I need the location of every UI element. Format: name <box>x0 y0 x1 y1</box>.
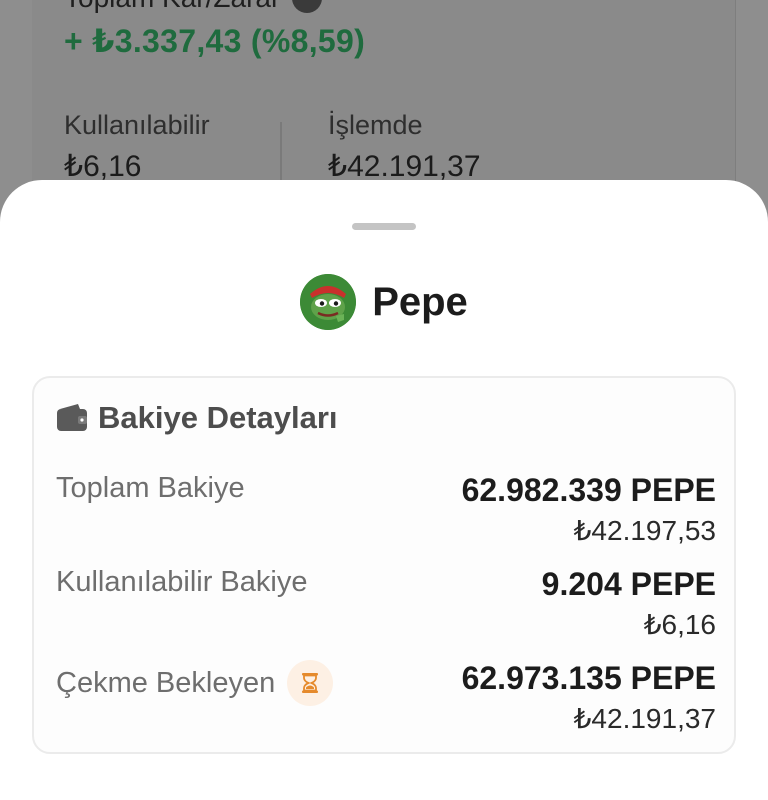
pnl-title-row: Toplam Kar/Zarar <box>64 0 323 14</box>
wallet-icon <box>56 403 88 433</box>
balance-bottom-sheet: Pepe Bakiye Detayları Toplam Bakiye 62.9… <box>0 180 768 800</box>
row-label: Toplam Bakiye <box>56 472 245 504</box>
summary-divider <box>280 122 282 182</box>
row-label: Kullanılabilir Bakiye <box>56 566 308 598</box>
balance-details-card: Bakiye Detayları Toplam Bakiye 62.982.33… <box>32 376 736 754</box>
info-icon[interactable] <box>292 0 323 13</box>
pnl-title: Toplam Kar/Zarar <box>64 0 280 14</box>
sheet-drag-handle[interactable] <box>352 223 416 230</box>
pepe-frog-icon <box>300 274 357 330</box>
row-label: Çekme Bekleyen <box>56 666 276 699</box>
row-amount: 9.204 PEPE <box>541 566 716 602</box>
in-process-value: ₺42.191,37 <box>328 150 481 183</box>
pnl-value: + ₺3.337,43 (%8,59) <box>64 23 366 59</box>
card-title: Bakiye Detayları <box>98 400 338 435</box>
row-fiat-value: ₺42.191,37 <box>573 703 716 734</box>
available-balance-summary: Kullanılabilir ₺6,16 <box>64 110 210 184</box>
row-fiat-value: ₺6,16 <box>643 609 716 640</box>
hourglass-icon[interactable] <box>287 660 334 706</box>
available-value: ₺6,16 <box>64 150 142 183</box>
row-label-wrapper: Çekme Bekleyen <box>56 660 334 706</box>
available-label: Kullanılabilir <box>64 110 210 140</box>
coin-header: Pepe <box>0 274 768 330</box>
in-process-summary: İşlemde ₺42.191,37 <box>328 110 481 184</box>
coin-name: Pepe <box>372 279 468 324</box>
in-process-label: İşlemde <box>328 110 423 140</box>
row-amount: 62.982.339 PEPE <box>461 472 716 508</box>
row-amount: 62.973.135 PEPE <box>461 660 716 696</box>
row-fiat-value: ₺42.197,53 <box>573 515 716 546</box>
card-header: Bakiye Detayları <box>56 400 338 436</box>
